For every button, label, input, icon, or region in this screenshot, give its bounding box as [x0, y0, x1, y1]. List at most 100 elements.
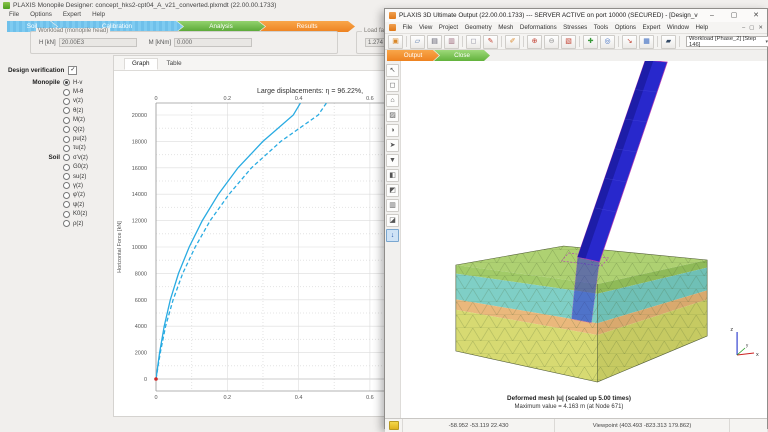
radio-h-v[interactable] — [63, 79, 70, 86]
zoom-in-icon[interactable]: ⊕ — [527, 35, 542, 49]
measure-icon[interactable]: ✐ — [505, 35, 520, 49]
rw-menu-help[interactable]: Help — [695, 24, 708, 31]
desktop: PLAXIS Monopile Designer: concept_hks2-c… — [0, 0, 768, 432]
3d-viewport[interactable]: z x y — [401, 61, 767, 418]
radio-z[interactable] — [63, 220, 70, 227]
rw-menu-window[interactable]: Window — [667, 24, 689, 31]
toolbar-separator — [679, 36, 680, 47]
result-option-row: γ(z) — [0, 181, 112, 190]
result-option-row: K0(z) — [0, 209, 112, 218]
scale-icon[interactable]: ↘ — [622, 35, 637, 49]
radio-z[interactable] — [63, 192, 70, 199]
radio-su-z[interactable] — [63, 173, 70, 180]
radio-k0-z[interactable] — [63, 211, 70, 218]
mdi-restore-button[interactable]: ▢ — [749, 25, 754, 31]
cross-section-icon[interactable]: ▰ — [661, 35, 676, 49]
report-icon[interactable]: ▥ — [444, 35, 459, 49]
rw-menu-file[interactable]: File — [403, 24, 413, 31]
result-option-row: Soilσ'v(z) — [0, 153, 112, 162]
radio-v-z[interactable] — [63, 154, 70, 161]
rw-menubar: File View Project Geometry Mesh Deformations S… — [385, 22, 767, 34]
radio-z[interactable] — [63, 182, 70, 189]
svg-text:0: 0 — [154, 395, 157, 401]
rw-menu-stresses[interactable]: Stresses — [563, 24, 587, 31]
radio-u-z[interactable] — [63, 145, 70, 152]
lw-menu-options[interactable]: Options — [30, 11, 52, 18]
rw-menu-project[interactable]: Project — [439, 24, 458, 31]
rw-menu-options[interactable]: Options — [615, 24, 636, 31]
cursor-coordinates: -58.952 -53.119 22.430 — [449, 423, 509, 429]
rw-menu-expert[interactable]: Expert — [643, 24, 661, 31]
print-icon[interactable]: ▤ — [427, 35, 442, 49]
design-verification-checkbox[interactable] — [68, 66, 77, 75]
draw-icon[interactable]: ✎ — [483, 35, 498, 49]
minimize-button[interactable]: – — [701, 9, 723, 22]
pan-icon[interactable]: ✚ — [583, 35, 598, 49]
mode-tab-output[interactable]: Output — [387, 50, 439, 61]
zoom-out-icon[interactable]: ⊖ — [544, 35, 559, 49]
radio-label-m: M-θ — [73, 89, 83, 95]
radio-m-z[interactable] — [63, 117, 70, 124]
copy-icon[interactable]: ▱ — [410, 35, 425, 49]
maximize-button[interactable]: ▢ — [723, 9, 745, 22]
tab-table[interactable]: Table — [159, 58, 190, 70]
fixities-icon[interactable]: ▼ — [386, 154, 399, 167]
rw-menu-tools[interactable]: Tools — [594, 24, 608, 31]
mdi-minimize-button[interactable]: – — [742, 25, 745, 31]
rw-menu-view[interactable]: View — [419, 24, 432, 31]
axes-triad: z x y — [730, 327, 759, 358]
select-rectangle-icon[interactable]: ◻ — [466, 35, 481, 49]
svg-text:14000: 14000 — [132, 192, 147, 198]
table-icon[interactable]: ▦ — [639, 35, 654, 49]
lw-menu-expert[interactable]: Expert — [63, 11, 81, 18]
reset-view-icon[interactable]: ⌂ — [386, 94, 399, 107]
rw-menu-deformations[interactable]: Deformations — [520, 24, 557, 31]
zoom-rectangle-icon[interactable]: ◻ — [386, 79, 399, 92]
results-chart[interactable]: 0200040006000800010000120001400016000180… — [114, 76, 389, 416]
phase-dropdown[interactable]: Workload [Phase_2] [Step 146] ▾ — [686, 36, 768, 47]
materials-icon[interactable]: ▨ — [386, 109, 399, 122]
close-button[interactable]: ✕ — [745, 9, 767, 22]
radio-z[interactable] — [63, 107, 70, 114]
partial-geometry-icon[interactable]: ◧ — [386, 169, 399, 182]
svg-text:18000: 18000 — [132, 139, 147, 145]
design-verification-label: Design verification — [8, 67, 64, 74]
snapshot-icon[interactable]: ▣ — [388, 35, 403, 49]
input-h-kn[interactable]: 20.00E3 — [59, 38, 137, 47]
radio-q-z[interactable] — [63, 126, 70, 133]
result-option-row: ρ(z) — [0, 219, 112, 228]
radio-pu-z[interactable] — [63, 136, 70, 143]
lw-menu-help[interactable]: Help — [92, 11, 105, 18]
phases-icon[interactable]: ◑ — [386, 124, 399, 137]
field-label-m-knm: M [kNm] — [149, 40, 171, 46]
radio-v-z[interactable] — [63, 98, 70, 105]
rotate-icon[interactable]: ◎ — [600, 35, 615, 49]
select-icon[interactable]: ↖ — [386, 64, 399, 77]
cross-section-tool-icon[interactable]: ◪ — [386, 214, 399, 227]
mode-tab-close[interactable]: Close — [434, 50, 490, 61]
result-option-row: θ(z) — [0, 106, 112, 115]
scale-legend-icon[interactable]: ↓ — [386, 229, 399, 242]
radio-label-pu-z: pu(z) — [73, 136, 87, 142]
shading-icon[interactable]: ◩ — [386, 184, 399, 197]
load-arrows-icon[interactable]: ➤ — [386, 139, 399, 152]
hide-soil-icon[interactable]: ▥ — [386, 199, 399, 212]
note-icon[interactable] — [389, 421, 399, 430]
svg-text:2000: 2000 — [135, 351, 147, 357]
lw-menu-file[interactable]: File — [9, 11, 19, 18]
tab-graph[interactable]: Graph — [124, 58, 158, 70]
input-m-knm[interactable]: 0.000 — [174, 38, 252, 47]
rw-menu-mesh[interactable]: Mesh — [498, 24, 513, 31]
svg-text:0.6: 0.6 — [366, 96, 374, 102]
result-option-row: G0(z) — [0, 163, 112, 172]
mdi-close-button[interactable]: ✕ — [758, 25, 763, 31]
radio-g0-z[interactable] — [63, 164, 70, 171]
radio-m[interactable] — [63, 89, 70, 96]
radio-z[interactable] — [63, 201, 70, 208]
mdi-document-icon — [389, 24, 396, 31]
radio-label-h-v: H-v — [73, 80, 82, 86]
plaxis-output-window: PLAXIS 3D Ultimate Output (22.00.00.1733… — [384, 8, 768, 429]
rw-menu-geometry[interactable]: Geometry — [465, 24, 492, 31]
svg-text:8000: 8000 — [135, 271, 147, 277]
zoom-extents-icon[interactable]: ▧ — [561, 35, 576, 49]
